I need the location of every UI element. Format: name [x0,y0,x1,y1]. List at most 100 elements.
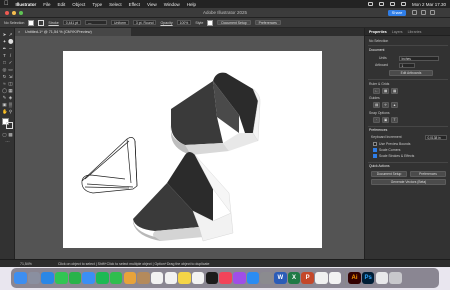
lasso-tool-icon[interactable]: ⚪ [8,39,14,44]
dock-facetime-icon[interactable] [109,271,123,285]
dock-podcasts-icon[interactable] [233,271,246,285]
menu-help[interactable]: Help [187,2,196,7]
scale-strokes-checkbox[interactable] [373,154,377,158]
free-transform-icon[interactable]: ◫ [8,81,13,86]
document-tab[interactable]: × Untitled-1* @ 71,54 % (CMYK/Preview) [15,28,131,36]
gradient-tool-icon[interactable]: ▦ [8,88,13,93]
menu-edit[interactable]: Edit [58,2,66,7]
artboard-tool-icon[interactable]: ▣ [2,102,7,107]
scale-corners-checkbox[interactable] [373,148,377,152]
tab-properties[interactable]: Properties [369,30,387,34]
dock-finder-icon[interactable] [14,271,27,285]
dock-tv-icon[interactable] [205,271,219,285]
snap-to-pixel-icon[interactable]: ▣ [382,117,389,123]
edit-toolbar-icon[interactable]: ⋯ [5,139,10,144]
shape-builder-icon[interactable]: ◯ [2,88,7,93]
menu-window[interactable]: Window [164,2,180,7]
snap-to-point-icon[interactable]: ⋅ [373,117,380,123]
eyedropper-tool-icon[interactable]: ✎ [2,95,7,100]
zoom-tool-icon[interactable]: ⚲ [8,109,13,114]
use-preview-bounds-checkbox[interactable] [373,142,377,146]
lounge-chair-render-bottom[interactable] [133,152,234,242]
graphic-style-swatch[interactable] [207,19,214,26]
tab-layers[interactable]: Layers [392,30,403,34]
dock-preview-icon[interactable] [375,271,389,285]
dock-reminders-icon[interactable] [164,271,178,285]
hand-tool-icon[interactable]: ✋ [2,109,8,114]
menu-app-name[interactable]: Illustrator [16,2,37,7]
close-tab-icon[interactable]: × [18,28,20,36]
grid-icon[interactable]: ▦ [382,88,389,94]
type-tool-icon[interactable]: T [2,53,7,58]
search-help-icon[interactable] [412,10,417,15]
scale-tool-icon[interactable]: ⇲ [8,74,13,79]
dock-music-icon[interactable] [219,271,232,285]
stroke-color-icon[interactable] [6,122,13,129]
fill-swatch[interactable] [28,19,35,26]
slice-tool-icon[interactable]: ▒ [8,102,13,107]
dock-app-store-icon[interactable] [246,271,260,285]
menu-select[interactable]: Select [109,2,122,7]
direct-selection-tool-icon[interactable]: ↗ [8,32,13,37]
dock-browser-icon[interactable] [315,271,328,285]
menu-view[interactable]: View [147,2,157,7]
blend-tool-icon[interactable]: ◈ [8,95,13,100]
warp-tool-icon[interactable]: ≈ [2,81,7,86]
pen-tool-icon[interactable]: ✒ [2,46,7,51]
show-guides-icon[interactable]: ▤ [373,102,380,108]
dock-notes-icon[interactable] [178,271,191,285]
canvas-workspace[interactable]: × Untitled-1* @ 71,54 % (CMYK/Preview) [15,28,364,259]
smart-guides-icon[interactable]: ▲ [391,102,398,108]
rulers-icon[interactable]: ∟ [373,88,380,94]
variable-width-select[interactable]: — [85,19,108,26]
edit-artboards-button[interactable]: Edit Artboards [389,70,433,76]
snap-to-glyph-icon[interactable]: T [391,117,398,123]
dock-word-icon[interactable]: W [274,271,287,285]
dock-launchpad-icon[interactable] [27,271,41,285]
lock-guides-icon[interactable]: ☩ [382,102,389,108]
arrange-documents-icon[interactable] [421,10,426,15]
document-setup-panel-button[interactable]: Document Setup [371,171,407,177]
dock-calendar-icon[interactable] [150,271,164,285]
curvature-tool-icon[interactable]: ∽ [8,46,13,51]
share-button[interactable]: Share [388,10,406,16]
dock-powerpoint-icon[interactable]: P [301,271,314,285]
line-tool-icon[interactable]: / [8,53,13,58]
wifi-icon[interactable] [378,2,384,6]
transparency-grid-icon[interactable]: ▩ [391,88,398,94]
menu-file[interactable]: File [43,2,50,7]
document-setup-button[interactable]: Document Setup [217,19,251,26]
control-center-icon[interactable] [400,2,406,6]
shaper-tool-icon[interactable]: ◎ [2,67,7,72]
dock-illustrator-icon[interactable]: Ai [348,271,361,285]
units-select[interactable]: Inches [399,55,439,61]
dock-system-settings-icon[interactable] [260,271,273,285]
keyboard-increment-field[interactable]: 0,0138 in [425,134,447,140]
zoom-level[interactable]: 71,54% [20,262,32,266]
dock-photoshop-icon[interactable]: Ps [361,271,375,285]
stroke-swatch[interactable] [38,19,45,26]
menu-type[interactable]: Type [92,2,102,7]
battery-icon[interactable] [367,2,373,6]
paintbrush-tool-icon[interactable]: ✓ [8,60,13,65]
preferences-panel-button[interactable]: Preferences [410,171,446,177]
stroke-label[interactable]: Stroke [48,21,58,25]
rotate-tool-icon[interactable]: ↻ [2,74,7,79]
menubar-clock[interactable]: Mon 2 Mar 17.30 [412,2,446,7]
magic-wand-icon[interactable]: ✦ [2,39,7,44]
brush-definition-select[interactable]: 3 pt. Round [132,19,157,26]
artboard[interactable] [63,51,322,248]
tab-libraries[interactable]: Libraries [408,30,422,34]
generate-vectors-button[interactable]: Generate Vectors (Beta) [371,179,446,185]
dock-trash-icon[interactable] [389,271,402,285]
dock-spotify-icon[interactable] [96,271,109,285]
dock-mail-icon[interactable] [82,271,95,285]
preferences-button[interactable]: Preferences [254,19,281,26]
menu-object[interactable]: Object [72,2,85,7]
lounge-chair-render-top[interactable] [170,72,261,155]
width-profile-select[interactable]: Uniform [111,19,129,26]
screen-mode-icon[interactable]: ▩ [8,132,13,137]
selection-tool-icon[interactable]: ➤ [2,32,7,37]
eraser-tool-icon[interactable]: ▭ [8,67,13,72]
apple-icon[interactable]:  [4,1,9,7]
